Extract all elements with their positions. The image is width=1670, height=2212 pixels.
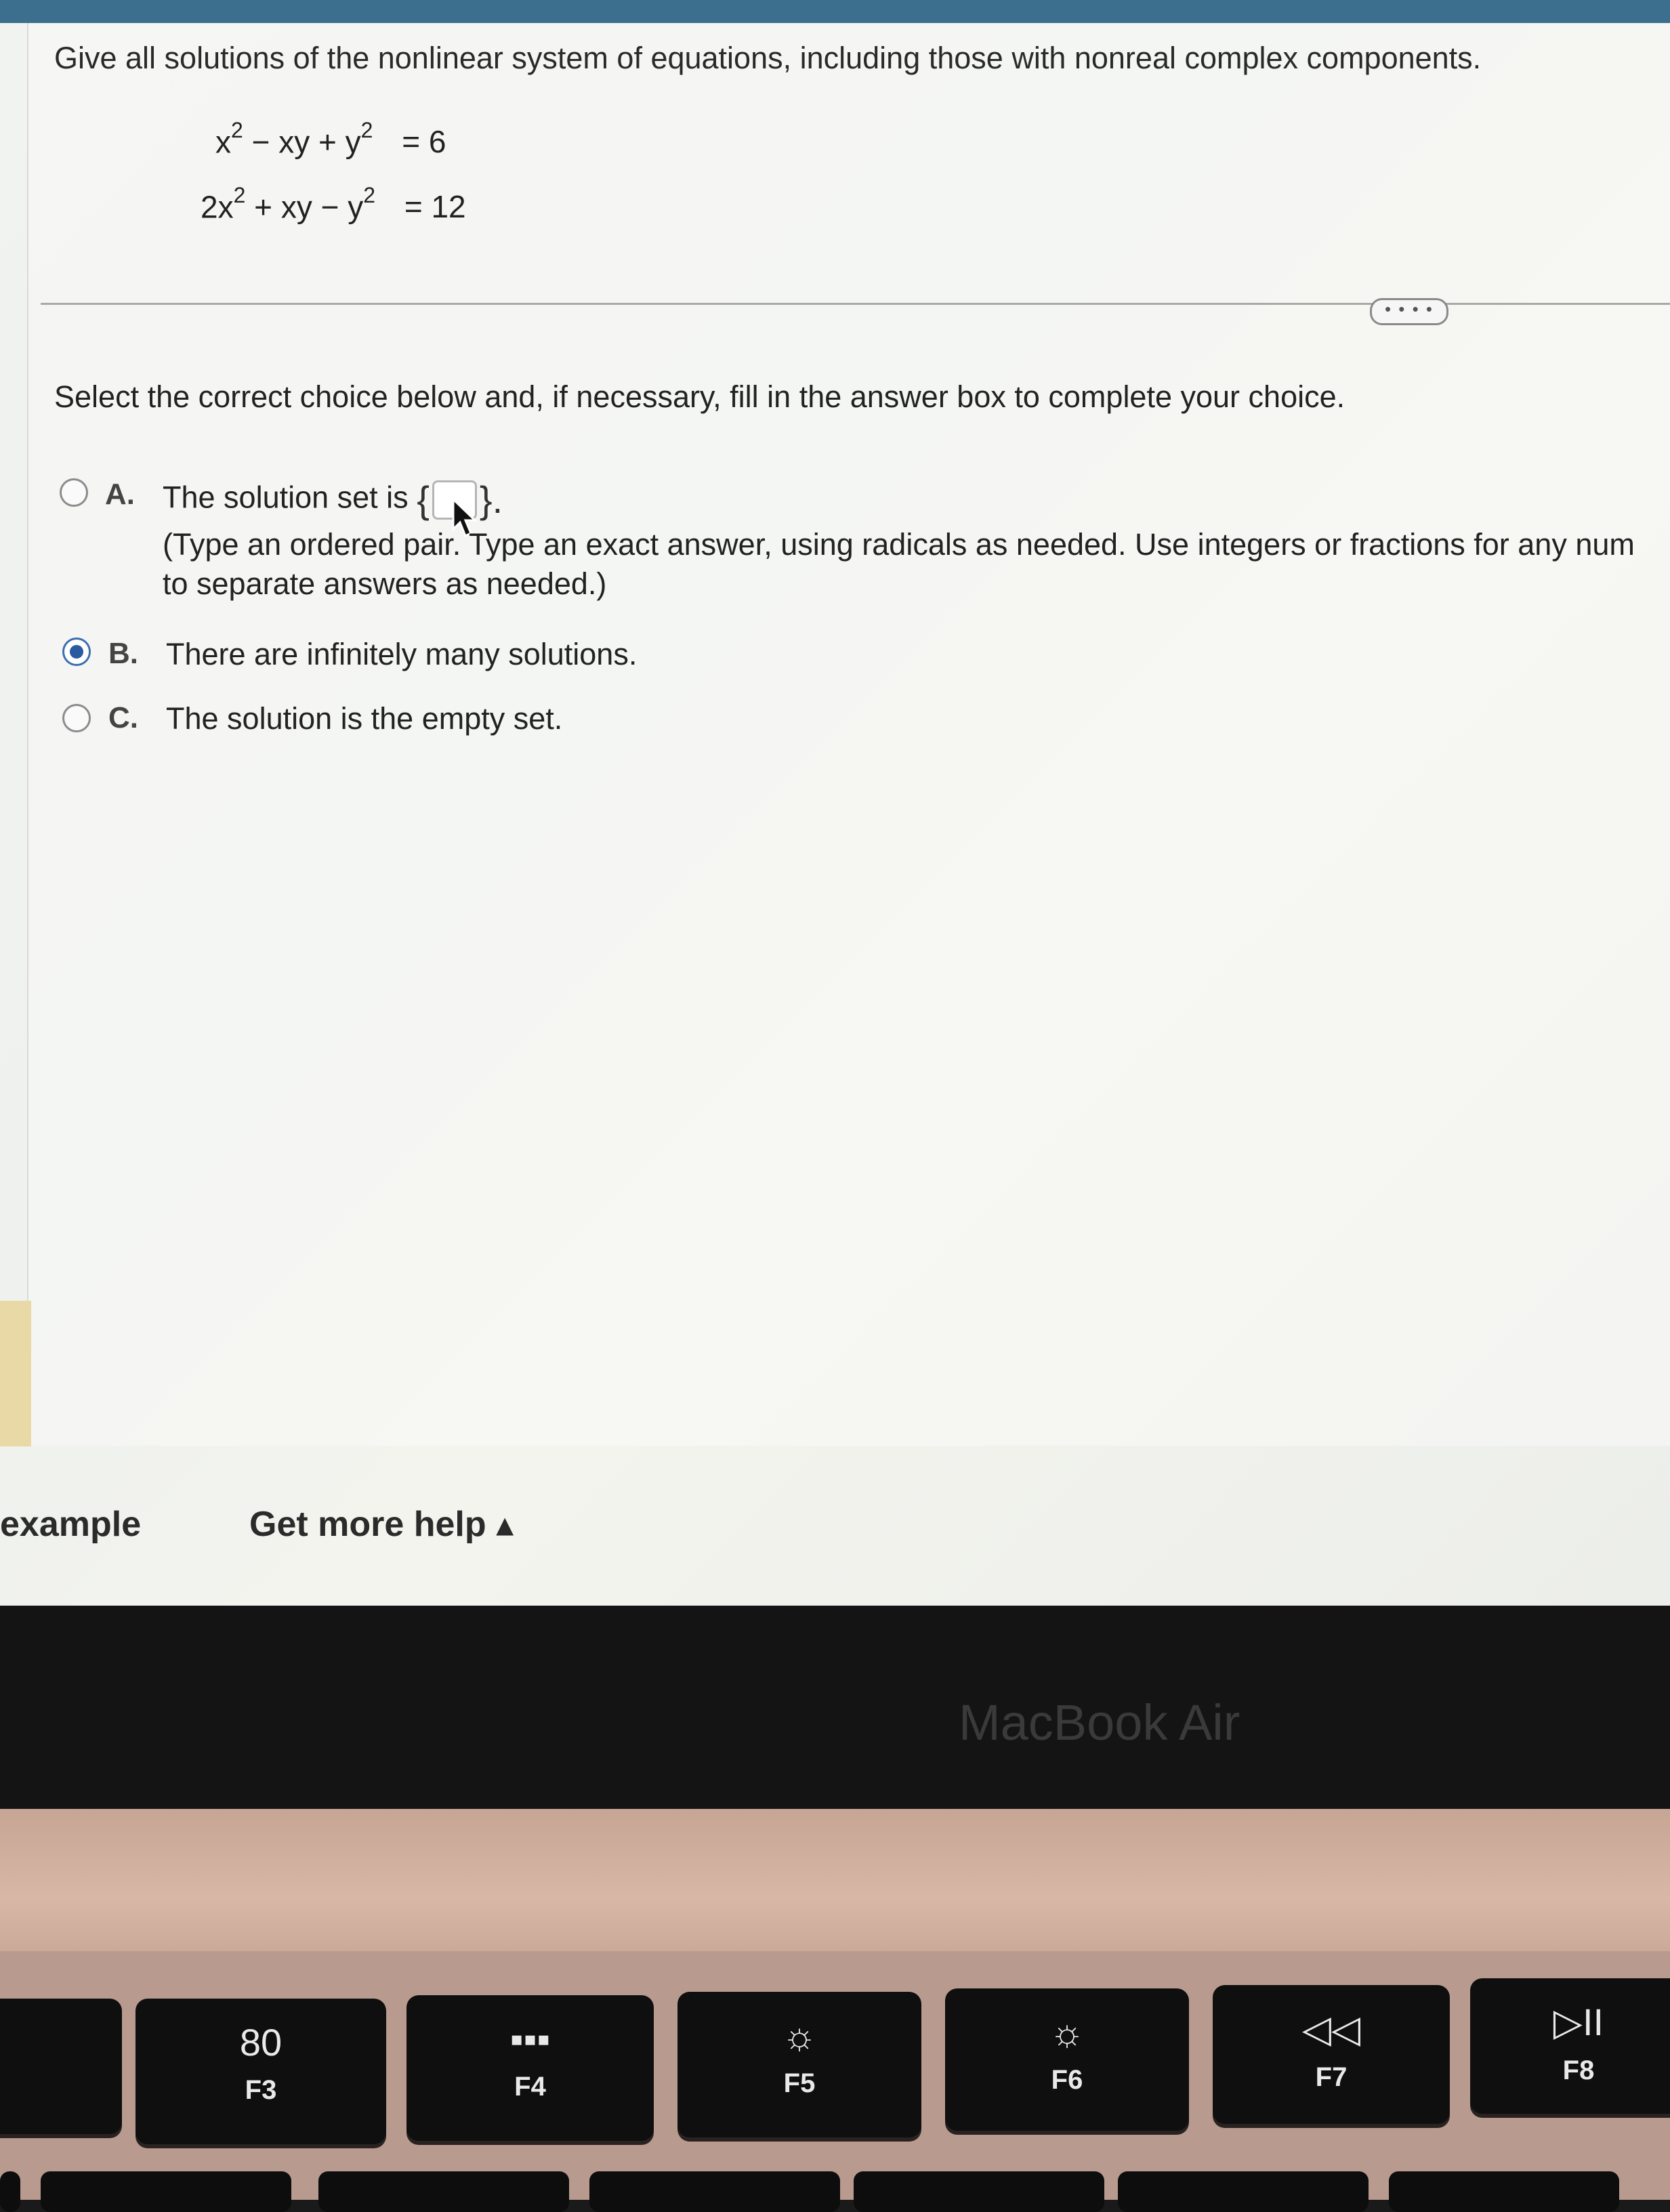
equation-2: 2x2 + xy − y2 = 12 [201,183,466,225]
laptop-hinge [0,1809,1670,1958]
key-f4[interactable]: ▪▪▪ F4 [406,1995,654,2141]
left-accent-strip [0,1301,31,1446]
key-f8-label: F8 [1562,2056,1595,2085]
key-f8[interactable]: ▷II F8 [1470,1978,1670,2114]
mission-control-icon: 80 [239,2021,283,2064]
key-row2-2[interactable] [318,2171,569,2212]
key-f5[interactable]: ☼ F5 [677,1992,921,2137]
choice-a-text: The solution set is [163,480,409,515]
launchpad-icon: ▪▪▪ [509,2018,551,2060]
brace-open: { [417,478,430,521]
keyboard-area: 80 F3 ▪▪▪ F4 ☼ F5 ☼ F6 ◁◁ F7 ▷II F8 [0,1951,1670,2200]
key-f5-label: F5 [783,2068,816,2098]
key-row2-edge[interactable] [0,2171,20,2212]
key-f6[interactable]: ☼ F6 [945,1988,1189,2131]
rewind-icon: ◁◁ [1301,2007,1361,2050]
key-f3[interactable]: 80 F3 [135,1999,386,2144]
play-pause-icon: ▷II [1553,2001,1604,2043]
more-options-button[interactable]: • • • • [1370,298,1448,325]
keyboard-brightness-down-icon: ☼ [782,2014,817,2057]
key-row2-1[interactable] [41,2171,291,2212]
key-f7[interactable]: ◁◁ F7 [1213,1985,1450,2124]
choice-a-letter: A. [105,478,135,511]
key-f7-label: F7 [1315,2062,1348,2092]
brand-label: MacBook Air [959,1694,1240,1751]
choice-a-hint-line2: to separate answers as needed.) [163,566,607,601]
key-f6-label: F6 [1051,2065,1083,2095]
radio-choice-b[interactable] [62,638,91,666]
choice-c-text: The solution is the empty set. [166,701,563,736]
key-row2-5[interactable] [1118,2171,1369,2212]
choice-b-letter: B. [108,637,138,670]
equation-1: x2 − xy + y2 = 6 [215,118,446,160]
brace-close: }. [479,478,503,521]
choice-c-letter: C. [108,701,138,734]
instruction-text: Select the correct choice below and, if … [54,379,1345,414]
key-row2-3[interactable] [589,2171,840,2212]
get-more-help-button[interactable]: Get more help ▴ [249,1504,514,1545]
radio-choice-c[interactable] [62,704,91,732]
keyboard-brightness-up-icon: ☼ [1049,2011,1085,2053]
top-bar [0,0,1670,23]
key-row2-4[interactable] [854,2171,1104,2212]
key-f2[interactable] [0,1999,122,2134]
key-row2-6[interactable] [1389,2171,1619,2212]
example-link[interactable]: example [0,1504,141,1545]
question-prompt: Give all solutions of the nonlinear syst… [54,41,1482,75]
choice-b-text: There are infinitely many solutions. [166,637,638,671]
key-f3-label: F3 [245,2075,277,2105]
choice-a-hint-line1: (Type an ordered pair. Type an exact ans… [163,527,1635,562]
radio-choice-a[interactable] [60,478,88,507]
browser-screen: Give all solutions of the nonlinear syst… [0,0,1670,1606]
laptop-bezel: MacBook Air [0,1606,1670,1809]
key-f4-label: F4 [514,2072,546,2102]
